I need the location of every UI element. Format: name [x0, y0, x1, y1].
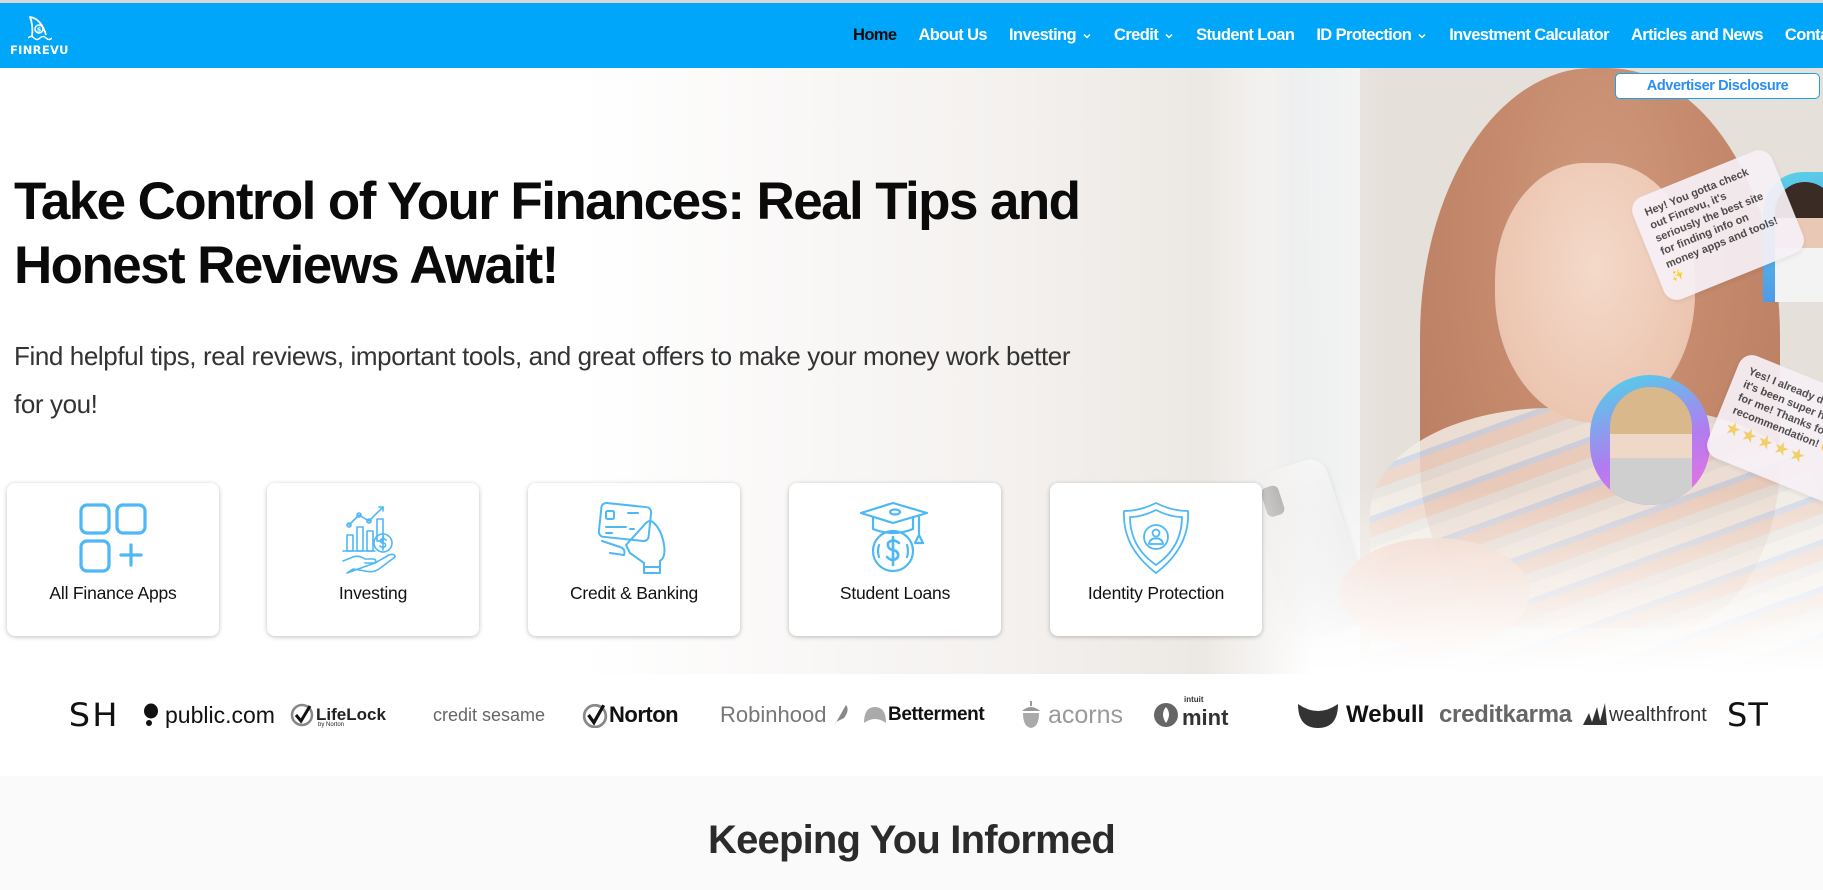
logo[interactable]: $ FINREVU — [10, 15, 72, 59]
nav-label: Student Loan — [1196, 26, 1295, 44]
hero-subtitle: Find helpful tips, real reviews, importa… — [14, 341, 1071, 419]
logo-wealthfront[interactable]: wealthfront — [1583, 690, 1707, 740]
logo-mint[interactable]: intuit mint — [1153, 690, 1228, 740]
logo-text: SH — [68, 696, 120, 734]
nav-item-id-protection[interactable]: ID Protection — [1316, 26, 1427, 45]
category-card-all-finance-apps[interactable]: All Finance Apps — [7, 483, 219, 636]
nav-label: Home — [853, 26, 897, 44]
svg-text:$: $ — [37, 26, 42, 34]
graduation-cap-money-icon — [859, 501, 929, 573]
category-label: Identity Protection — [1087, 583, 1225, 603]
public-dot-icon — [144, 703, 158, 726]
logo-text: public.com — [165, 701, 275, 728]
chevron-down-icon — [1083, 33, 1091, 39]
logo-webull[interactable]: Webull — [1298, 690, 1424, 740]
nav-item-contact[interactable]: Contact — [1785, 26, 1823, 45]
nav-label: Investment Calculator — [1449, 26, 1609, 44]
nav-item-home[interactable]: Home — [853, 26, 897, 45]
logo-subtext: by Norton — [318, 722, 345, 728]
nav-item-articles-and-news[interactable]: Articles and News — [1630, 26, 1764, 45]
category-label: All Finance Apps — [49, 583, 177, 603]
category-card-identity-protection[interactable]: Identity Protection — [1050, 483, 1262, 636]
feather-icon — [834, 705, 849, 726]
partner-logo-strip: SH public.com LifeLock by Norton credit … — [0, 690, 1823, 740]
logo-credit-sesame[interactable]: credit sesame — [433, 690, 545, 740]
logo-text: Robinhood — [720, 702, 827, 727]
nav-label: ID Protection — [1316, 26, 1412, 44]
logo-lifelock[interactable]: LifeLock by Norton — [290, 690, 386, 740]
category-label: Investing — [338, 583, 408, 603]
logo-acorns[interactable]: acorns — [1020, 690, 1123, 740]
star-icon: ★ — [1787, 445, 1807, 467]
apps-grid-icon — [79, 503, 147, 573]
nav-label: Credit — [1114, 26, 1159, 44]
hero-title: Take Control of Your Finances: Real Tips… — [14, 172, 1081, 295]
logo-text: mint — [1182, 705, 1229, 730]
category-label: Student Loans — [839, 583, 951, 603]
category-card-investing[interactable]: Investing — [267, 483, 479, 636]
investing-hand-chart-icon — [342, 506, 396, 574]
logo-text: acorns — [1048, 700, 1124, 729]
credit-card-hand-icon — [597, 501, 666, 574]
logo-betterment[interactable]: Betterment — [864, 690, 985, 740]
nav-label: About Us — [918, 26, 987, 44]
logo-st[interactable]: ST — [1727, 690, 1770, 740]
nav-item-about-us[interactable]: About Us — [918, 26, 987, 45]
logo-norton[interactable]: Norton — [582, 690, 679, 740]
logo-subtext: intuit — [1184, 695, 1204, 704]
webull-moon-icon — [1298, 704, 1338, 728]
logo-text: FINREVU — [10, 43, 69, 57]
nav-item-investing[interactable]: Investing — [1009, 26, 1092, 45]
keeping-you-informed-section: Keeping You Informed — [0, 776, 1823, 890]
mint-leaf-icon — [1154, 703, 1178, 727]
chevron-down-icon — [1165, 33, 1173, 39]
logo-text: creditkarma — [1439, 701, 1572, 728]
testimonial-avatar-2 — [1590, 375, 1710, 505]
logo-sh[interactable]: SH — [69, 690, 120, 740]
nav-label: Contact — [1784, 26, 1823, 44]
main-nav: Home About Us Investing Credit Student L… — [853, 3, 1823, 68]
shark-fin-icon: $ — [28, 16, 52, 41]
nav-item-credit[interactable]: Credit — [1114, 26, 1174, 45]
chevron-down-icon — [1418, 33, 1426, 39]
checkmark-circle-icon — [290, 703, 314, 727]
logo-text: Norton — [609, 702, 679, 727]
logo-public-com[interactable]: public.com — [143, 690, 275, 740]
logo-text: Webull — [1346, 701, 1425, 728]
category-card-credit-banking[interactable]: Credit & Banking — [528, 483, 740, 636]
advertiser-disclosure-button[interactable]: Advertiser Disclosure — [1615, 73, 1820, 99]
logo-creditkarma[interactable]: creditkarma — [1439, 690, 1572, 740]
acorn-icon — [1022, 701, 1040, 728]
nav-item-student-loan[interactable]: Student Loan — [1196, 26, 1295, 45]
logo-text: credit sesame — [433, 704, 546, 725]
nav-item-investment-calculator[interactable]: Investment Calculator — [1449, 26, 1609, 45]
category-card-student-loans[interactable]: Student Loans — [789, 483, 1001, 636]
checkmark-circle-icon — [582, 703, 608, 728]
category-label: Credit & Banking — [569, 583, 699, 603]
logo-text: Betterment — [888, 704, 985, 725]
logo-text: ST — [1727, 696, 1769, 734]
logo-robinhood[interactable]: Robinhood — [720, 690, 850, 740]
nav-label: Articles and News — [1630, 26, 1764, 44]
logo-text: wealthfront — [1609, 703, 1707, 726]
wealthfront-icon — [1583, 703, 1607, 725]
section-title: Keeping You Informed — [708, 818, 1116, 862]
betterment-hill-icon — [864, 707, 886, 723]
shield-user-icon — [1123, 502, 1189, 574]
nav-label: Investing — [1008, 26, 1077, 44]
